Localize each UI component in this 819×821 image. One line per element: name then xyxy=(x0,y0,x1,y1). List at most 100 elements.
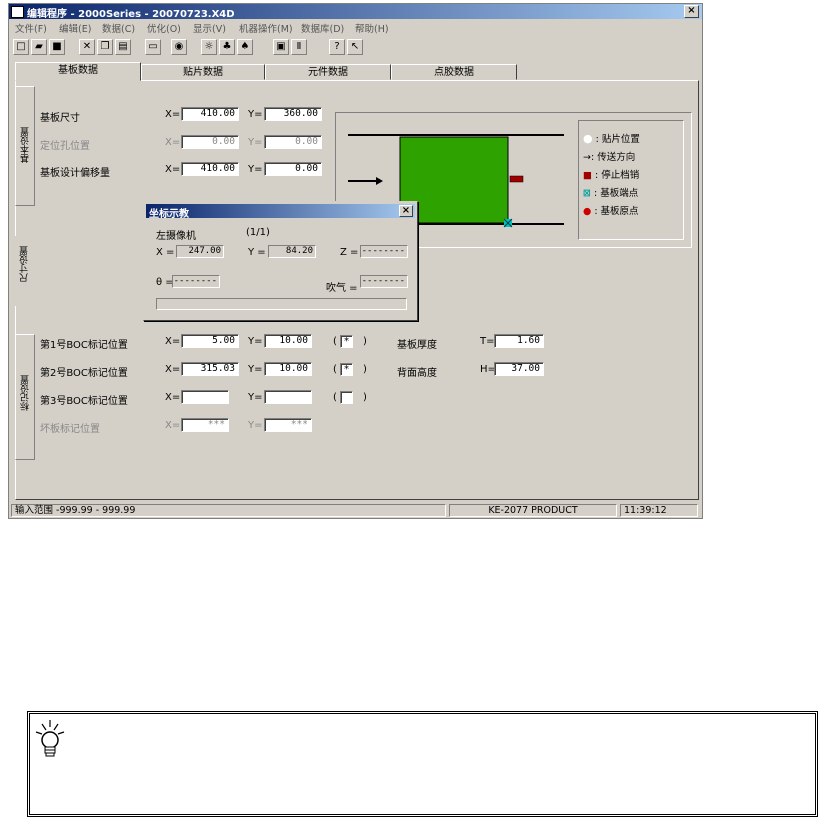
new-file-icon[interactable]: □ xyxy=(13,39,29,55)
title-bar[interactable]: 编辑程序 - 2000Series - 20070723.X4D × xyxy=(9,4,702,20)
mark3-y-prefix: Y= xyxy=(248,392,263,403)
stop-pin-marker xyxy=(509,175,524,183)
sidetab-mark[interactable]: 标记设置 xyxy=(15,334,35,460)
mark2-y-input[interactable]: 10.00 xyxy=(264,362,312,376)
dialog-title: 坐标示教 xyxy=(149,209,189,220)
tab-placement-data[interactable]: 贴片数据 xyxy=(141,64,265,80)
mark3-checkbox[interactable] xyxy=(340,391,353,404)
print-icon[interactable]: ▭ xyxy=(145,39,161,55)
tab-dispense-data[interactable]: 点胶数据 xyxy=(391,64,517,80)
design-offset-y-input[interactable]: 0.00 xyxy=(264,162,322,176)
feeder-icon[interactable]: ♠ xyxy=(237,39,253,55)
menu-file[interactable]: 文件(F) xyxy=(15,21,47,35)
diagram-legend: ● : 贴片位置 →: 传送方向 ■ : 停止档销 ⊠ : 基板端点 ● : 基… xyxy=(578,120,684,240)
menu-view[interactable]: 显示(V) xyxy=(193,21,226,35)
dialog-title-bar[interactable]: 坐标示教 × xyxy=(146,204,415,220)
white-dot-icon: ● xyxy=(583,132,593,145)
locating-hole-x-input: 0.00 xyxy=(181,135,239,149)
legend-place-pos: ● : 贴片位置 xyxy=(583,132,640,145)
board-size-y-input[interactable]: 360.00 xyxy=(264,107,322,121)
mark2-checkbox[interactable]: * xyxy=(340,363,353,376)
mark1-checkbox[interactable]: * xyxy=(340,335,353,348)
thickness-prefix: T= xyxy=(480,336,495,347)
status-bar: 输入范围 -999.99 - 999.99 KE-2077 PRODUCT 11… xyxy=(9,503,702,518)
legend-board-end: ⊠ : 基板端点 xyxy=(583,188,639,199)
mark3-paren-close: ) xyxy=(363,392,367,403)
mark3-x-input[interactable] xyxy=(181,390,229,404)
locating-hole-y-input: 0.00 xyxy=(264,135,322,149)
dialog-z-value: -------- xyxy=(360,245,408,258)
sidetab-size-label: 尺寸设置 xyxy=(20,246,30,282)
mark1-x-prefix: X= xyxy=(165,336,181,347)
dialog-progress-bar xyxy=(156,298,407,310)
menu-optimize[interactable]: 优化(O) xyxy=(147,21,181,35)
thickness-input[interactable]: 1.60 xyxy=(494,334,544,348)
page-indicator: (1/1) xyxy=(246,227,270,238)
design-offset-x-prefix: X= xyxy=(165,164,181,175)
direction-arrow-head xyxy=(376,177,383,185)
copy-icon[interactable]: ❐ xyxy=(97,39,113,55)
board-end-marker xyxy=(503,218,513,228)
sidetab-basic-label: 基本设置 xyxy=(21,127,31,163)
close-button[interactable]: × xyxy=(684,5,699,18)
menu-data[interactable]: 数据(C) xyxy=(102,21,135,35)
dialog-y-value: 84.20 xyxy=(268,245,316,258)
locating-hole-x-prefix: X= xyxy=(165,137,181,148)
sidetab-basic[interactable]: 基本设置 xyxy=(15,86,35,206)
mark3-x-prefix: X= xyxy=(165,392,181,403)
mark1-paren-close: ) xyxy=(363,336,367,347)
lightbulb-icon xyxy=(35,720,65,757)
mark3-paren-open: ( xyxy=(333,392,337,403)
bad-mark-y-input: *** xyxy=(264,418,312,432)
coordinate-teach-dialog: 坐标示教 × 左摄像机 (1/1) X = 247.00 Y = 84.20 Z… xyxy=(143,201,418,321)
mark2-y-prefix: Y= xyxy=(248,364,263,375)
design-offset-label: 基板设计偏移量 xyxy=(40,168,110,179)
app-icon xyxy=(11,6,24,18)
legend-stop-pin: ■ : 停止档销 xyxy=(583,170,640,181)
context-help-icon[interactable]: ↖ xyxy=(347,39,363,55)
mark3-label: 第3号BOC标记位置 xyxy=(40,396,128,407)
sidetab-mark-label: 标记设置 xyxy=(21,375,31,411)
menu-help[interactable]: 帮助(H) xyxy=(355,21,389,35)
window-title: 编辑程序 - 2000Series - 20070723.X4D xyxy=(27,9,235,20)
find-icon[interactable]: ◉ xyxy=(171,39,187,55)
sidetab-size[interactable]: 尺寸设置 xyxy=(15,236,35,306)
menu-bar: 文件(F) 编辑(E) 数据(C) 优化(O) 显示(V) 机器操作(M) 数据… xyxy=(9,20,702,35)
board-size-x-input[interactable]: 410.00 xyxy=(181,107,239,121)
mark2-x-input[interactable]: 315.03 xyxy=(181,362,239,376)
status-product: KE-2077 PRODUCT xyxy=(449,504,617,517)
legend-board-origin: ● : 基板原点 xyxy=(583,206,639,217)
open-folder-icon[interactable]: ▰ xyxy=(31,39,47,55)
red-dot-icon: ● xyxy=(583,206,592,217)
board-size-x-prefix: X= xyxy=(165,109,181,120)
board-end-icon: ⊠ xyxy=(583,188,591,199)
mark1-y-input[interactable]: 10.00 xyxy=(264,334,312,348)
menu-database[interactable]: 数据库(D) xyxy=(301,21,344,35)
design-offset-x-input[interactable]: 410.00 xyxy=(181,162,239,176)
design-offset-y-prefix: Y= xyxy=(248,164,263,175)
mark3-y-input[interactable] xyxy=(264,390,312,404)
back-height-input[interactable]: 37.00 xyxy=(494,362,544,376)
tab-board-data[interactable]: 基板数据 xyxy=(15,62,141,81)
cut-icon[interactable]: ✕ xyxy=(79,39,95,55)
board-layout-icon[interactable]: ▣ xyxy=(273,39,289,55)
board-divide-icon[interactable]: Ⅱ xyxy=(291,39,307,55)
mark1-x-input[interactable]: 5.00 xyxy=(181,334,239,348)
menu-edit[interactable]: 编辑(E) xyxy=(59,21,91,35)
save-icon[interactable]: ■ xyxy=(49,39,65,55)
mark2-x-prefix: X= xyxy=(165,364,181,375)
tab-component-data[interactable]: 元件数据 xyxy=(265,64,391,80)
bad-mark-label: 坏板标记位置 xyxy=(40,424,100,435)
lightbulb-icon[interactable]: ☼ xyxy=(201,39,217,55)
mark2-paren-close: ) xyxy=(363,364,367,375)
bad-mark-x-prefix: X= xyxy=(165,420,181,431)
dialog-theta-value: -------- xyxy=(172,275,220,288)
paste-icon[interactable]: ▤ xyxy=(115,39,131,55)
dialog-close-button[interactable]: × xyxy=(399,205,413,217)
help-icon[interactable]: ? xyxy=(329,39,345,55)
mark2-paren-open: ( xyxy=(333,364,337,375)
menu-machine[interactable]: 机器操作(M) xyxy=(239,21,293,35)
optimize-icon[interactable]: ♣ xyxy=(219,39,235,55)
status-time: 11:39:12 xyxy=(620,504,698,517)
camera-label: 左摄像机 xyxy=(156,231,196,242)
